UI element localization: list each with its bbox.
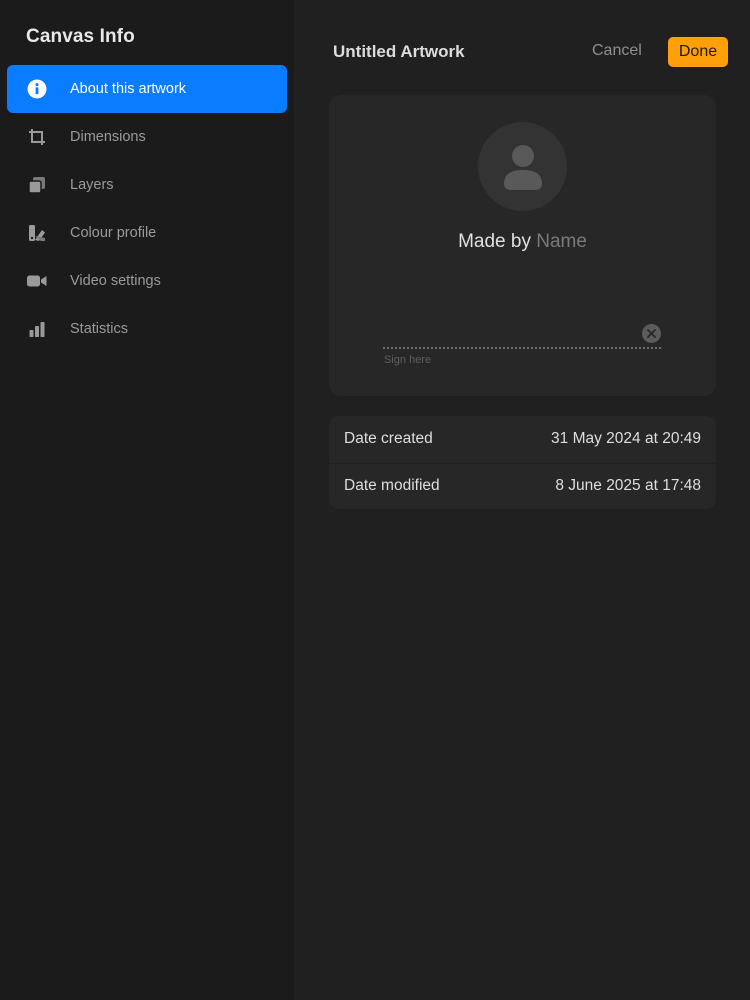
crop-icon: [27, 127, 47, 147]
done-button[interactable]: Done: [668, 37, 728, 67]
sidebar-item-video-settings[interactable]: Video settings: [7, 257, 287, 305]
info-value: 8 June 2025 at 17:48: [555, 477, 701, 495]
layers-icon: [27, 175, 47, 195]
made-by-prefix: Made by: [458, 231, 531, 252]
made-by-line: Made by Name: [329, 231, 716, 253]
info-label: Date modified: [344, 477, 440, 495]
canvas-info-window: Canvas Info About this artwork Dimension…: [0, 0, 750, 1000]
clear-signature-button[interactable]: [642, 324, 661, 343]
sidebar-item-label: Layers: [70, 177, 114, 193]
main-panel: Untitled Artwork Cancel Done Made by Nam…: [294, 0, 750, 1000]
info-row-date-created: Date created 31 May 2024 at 20:49: [329, 416, 716, 463]
sidebar-item-label: Dimensions: [70, 129, 146, 145]
signature-hint: Sign here: [384, 354, 432, 366]
author-card: Made by Name Sign here: [329, 95, 716, 396]
info-icon: [27, 79, 47, 99]
sidebar-nav: About this artwork Dimensions Layers Col…: [7, 65, 287, 353]
sidebar-item-label: About this artwork: [70, 81, 187, 97]
info-label: Date created: [344, 430, 433, 448]
bar-chart-icon: [27, 319, 47, 339]
sidebar-item-dimensions[interactable]: Dimensions: [7, 113, 287, 161]
sidebar-item-label: Video settings: [70, 273, 161, 289]
sidebar-item-label: Colour profile: [70, 225, 157, 241]
colour-swatch-icon: [27, 223, 47, 243]
sidebar-item-label: Statistics: [70, 321, 129, 337]
info-row-date-modified: Date modified 8 June 2025 at 17:48: [329, 462, 716, 510]
sidebar-title: Canvas Info: [26, 26, 135, 47]
info-value: 31 May 2024 at 20:49: [551, 430, 701, 448]
close-icon: [647, 329, 656, 338]
video-camera-icon: [27, 271, 47, 291]
sidebar-item-about[interactable]: About this artwork: [7, 65, 287, 113]
artwork-info-table: Date created 31 May 2024 at 20:49 Date m…: [329, 416, 716, 509]
sidebar: Canvas Info About this artwork Dimension…: [0, 0, 294, 1000]
author-name-field[interactable]: Name: [536, 231, 587, 252]
avatar[interactable]: [478, 122, 567, 211]
artwork-title[interactable]: Untitled Artwork: [333, 42, 465, 62]
person-icon: [503, 144, 542, 190]
sidebar-item-colour-profile[interactable]: Colour profile: [7, 209, 287, 257]
cancel-button[interactable]: Cancel: [592, 42, 642, 60]
signature-line[interactable]: [383, 347, 661, 349]
sidebar-item-statistics[interactable]: Statistics: [7, 305, 287, 353]
sidebar-item-layers[interactable]: Layers: [7, 161, 287, 209]
